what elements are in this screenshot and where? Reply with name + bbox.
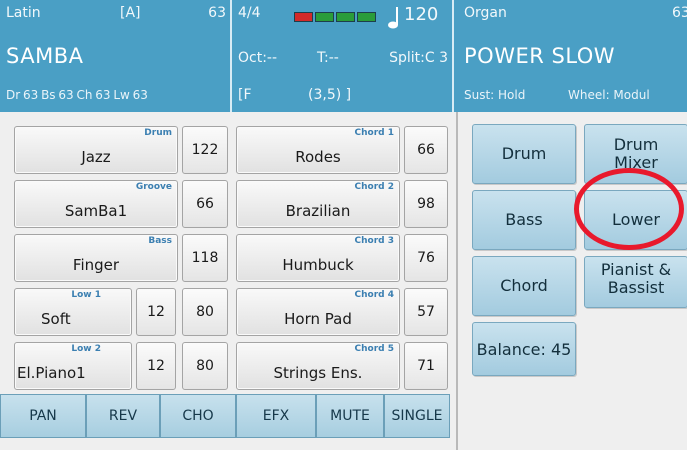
- track-chord5-button[interactable]: Chord 5 Strings Ens.: [236, 342, 400, 390]
- track-drum-tag: Drum: [144, 128, 172, 138]
- mixer-shortcut-panel: Drum Drum Mixer Bass Lower Chord Pianist…: [460, 112, 687, 450]
- track-chord3-style-name: Humbuck: [282, 256, 354, 274]
- track-chord2-style-name: Brazilian: [285, 202, 351, 220]
- track-chord1-style-name: Rodes: [295, 148, 341, 166]
- track-chord3-tag: Chord 3: [354, 236, 394, 246]
- transpose-readout: T:--: [317, 50, 339, 66]
- track-bass-style-name: Finger: [72, 256, 120, 274]
- track-low2-button[interactable]: Low 2 El.Piano1: [14, 342, 132, 390]
- track-groove-volume[interactable]: 66: [182, 180, 228, 228]
- chord-readout: [F: [238, 87, 252, 103]
- drum-mixer-label-line-1: Drum: [613, 135, 659, 154]
- track-chord2-volume[interactable]: 98: [404, 180, 448, 228]
- track-low2-octave[interactable]: 12: [136, 342, 176, 390]
- octave-readout: Oct:--: [238, 50, 278, 66]
- pianist-bassist-label-line-2: Bassist: [607, 278, 665, 297]
- style-track-numbers: Dr 63 Bs 63 Ch 63 Lw 63: [6, 88, 148, 102]
- track-groove-button[interactable]: Groove SamBa1: [14, 180, 178, 228]
- function-tab-bar: PAN REV CHO EFX MUTE SINGLE: [0, 394, 450, 438]
- style-category: Latin: [6, 5, 41, 21]
- track-chord2-tag: Chord 2: [354, 182, 394, 192]
- effects-tab[interactable]: EFX: [236, 394, 316, 438]
- track-low1-tag: Low 1: [71, 290, 101, 300]
- chord-button[interactable]: Chord: [472, 256, 576, 316]
- track-chord5-tag: Chord 5: [354, 344, 394, 354]
- track-low1-button[interactable]: Low 1 Soft: [14, 288, 132, 336]
- track-chord5-volume[interactable]: 71: [404, 342, 448, 390]
- track-drum-volume[interactable]: 122: [182, 126, 228, 174]
- bass-button[interactable]: Bass: [472, 190, 576, 250]
- track-bass-button[interactable]: Bass Finger: [14, 234, 178, 282]
- red-highlight-circle: [574, 168, 684, 250]
- split-point-readout: Split:C 3: [389, 50, 448, 66]
- beat-led-4: [357, 12, 376, 22]
- style-bank: [A]: [120, 5, 141, 21]
- style-info-panel[interactable]: Latin [A] 63 SAMBA Dr 63 Bs 63 Ch 63 Lw …: [0, 0, 232, 112]
- header-bar: Latin [A] 63 SAMBA Dr 63 Bs 63 Ch 63 Lw …: [0, 0, 687, 112]
- voice-name: POWER SLOW: [464, 44, 616, 68]
- reverb-tab[interactable]: REV: [86, 394, 160, 438]
- track-low1-octave[interactable]: 12: [136, 288, 176, 336]
- beat-meter: [294, 12, 376, 22]
- style-name: SAMBA: [6, 44, 84, 68]
- beat-led-2: [315, 12, 334, 22]
- track-low1-volume[interactable]: 80: [182, 288, 228, 336]
- sustain-readout: Sust: Hold: [464, 88, 526, 102]
- wheel-readout: Wheel: Modul: [568, 88, 650, 102]
- pianist-bassist-label-line-1: Pianist &: [600, 260, 672, 279]
- arranger-info-panel[interactable]: 4/4 120 Oct:-- T:-- Split:C 3 [F (3,5) ]: [234, 0, 454, 112]
- track-bass-tag: Bass: [148, 236, 172, 246]
- track-drum-style-name: Jazz: [81, 148, 111, 166]
- drum-button[interactable]: Drum: [472, 124, 576, 184]
- track-chord1-tag: Chord 1: [354, 128, 394, 138]
- balance-button[interactable]: Balance: 45: [472, 322, 576, 376]
- track-chord5-style-name: Strings Ens.: [273, 364, 363, 382]
- pianist-bassist-button[interactable]: Pianist & Bassist: [584, 256, 687, 308]
- quarter-note-icon: [388, 7, 398, 29]
- beat-led-3: [336, 12, 355, 22]
- track-groove-style-name: SamBa1: [64, 202, 128, 220]
- time-signature: 4/4: [238, 5, 261, 21]
- voice-category: Organ: [464, 5, 507, 21]
- track-low2-tag: Low 2: [71, 344, 101, 354]
- track-chord2-button[interactable]: Chord 2 Brazilian: [236, 180, 400, 228]
- track-low2-volume[interactable]: 80: [182, 342, 228, 390]
- tempo-value: 120: [404, 4, 439, 25]
- track-chord3-volume[interactable]: 76: [404, 234, 448, 282]
- single-tab[interactable]: SINGLE: [384, 394, 450, 438]
- voice-info-panel[interactable]: Organ 63 POWER SLOW Sust: Hold Wheel: Mo…: [456, 0, 687, 112]
- track-chord4-style-name: Horn Pad: [284, 310, 352, 328]
- voice-number: 63: [672, 5, 687, 21]
- pan-tab[interactable]: PAN: [0, 394, 86, 438]
- chorus-tab[interactable]: CHO: [160, 394, 236, 438]
- track-chord3-button[interactable]: Chord 3 Humbuck: [236, 234, 400, 282]
- track-chord4-tag: Chord 4: [354, 290, 394, 300]
- arranger-track-panel: Drum Jazz 122 Groove SamBa1 66 Bass Fing…: [0, 112, 458, 450]
- track-bass-volume[interactable]: 118: [182, 234, 228, 282]
- track-groove-tag: Groove: [135, 182, 172, 192]
- track-chord1-button[interactable]: Chord 1 Rodes: [236, 126, 400, 174]
- chord-position-readout: (3,5) ]: [308, 87, 352, 103]
- track-chord4-volume[interactable]: 57: [404, 288, 448, 336]
- track-drum-button[interactable]: Drum Jazz: [14, 126, 178, 174]
- beat-led-1: [294, 12, 313, 22]
- track-low1-style-name: Soft: [41, 310, 71, 328]
- track-chord4-button[interactable]: Chord 4 Horn Pad: [236, 288, 400, 336]
- track-low2-style-name: El.Piano1: [17, 364, 86, 382]
- track-chord1-volume[interactable]: 66: [404, 126, 448, 174]
- style-number: 63: [208, 5, 226, 21]
- mute-tab[interactable]: MUTE: [316, 394, 384, 438]
